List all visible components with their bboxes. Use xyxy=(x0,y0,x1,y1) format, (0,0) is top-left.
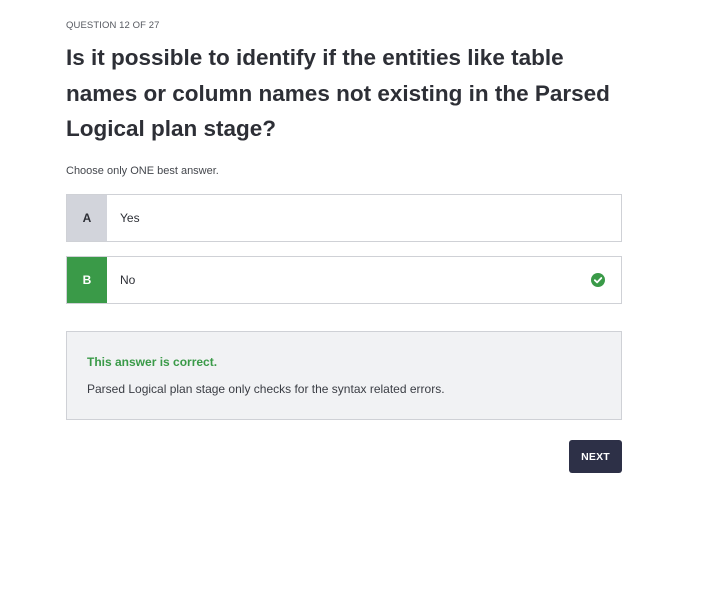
option-letter-a: A xyxy=(67,195,107,241)
check-circle-icon xyxy=(591,273,605,287)
feedback-panel: This answer is correct. Parsed Logical p… xyxy=(66,331,622,420)
question-counter: QUESTION 12 OF 27 xyxy=(66,20,160,31)
feedback-title: This answer is correct. xyxy=(87,355,218,369)
feedback-explanation: Parsed Logical plan stage only checks fo… xyxy=(87,382,445,396)
question-text: Is it possible to identify if the entiti… xyxy=(66,45,610,141)
option-letter-b: B xyxy=(67,257,107,303)
option-text-a: Yes xyxy=(120,211,140,225)
next-button[interactable]: NEXT xyxy=(569,440,622,473)
option-text-b: No xyxy=(120,273,136,287)
answer-option-a[interactable]: A Yes xyxy=(66,194,622,242)
answer-instruction: Choose only ONE best answer. xyxy=(66,165,219,177)
answer-option-b[interactable]: B No xyxy=(66,256,622,304)
